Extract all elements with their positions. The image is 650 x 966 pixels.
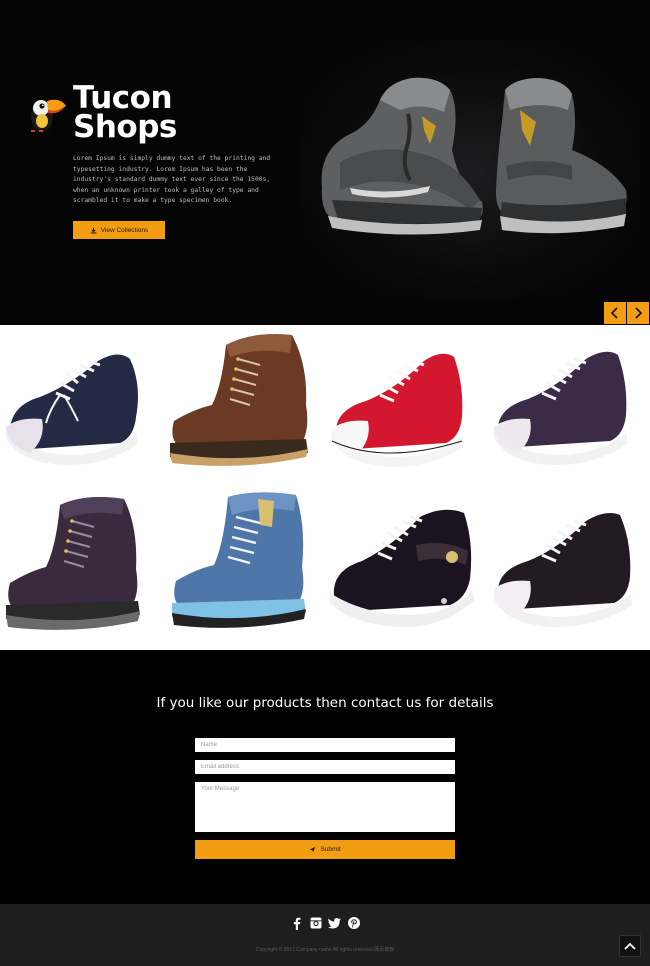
product-image-navy-sneaker[interactable] <box>0 325 162 487</box>
view-collections-button[interactable]: View Collections <box>73 221 165 239</box>
chevron-up-icon <box>624 942 636 950</box>
email-field[interactable] <box>195 760 455 774</box>
facebook-icon[interactable] <box>290 916 303 930</box>
product-image-red-sneaker[interactable] <box>324 325 486 487</box>
download-icon <box>90 227 97 233</box>
pinterest-icon[interactable] <box>347 916 360 930</box>
back-to-top-button[interactable] <box>619 935 641 957</box>
product-image-purple-sneaker[interactable] <box>486 325 648 487</box>
hero-description: Lorem Ipsum is simply dummy text of the … <box>73 155 271 205</box>
brand-title: Tucon Shops <box>73 83 177 145</box>
hero-left-shoe <box>321 77 483 235</box>
paper-plane-icon <box>310 846 316 853</box>
product-image-purple-boot[interactable] <box>0 487 162 649</box>
product-image-brown-boot[interactable] <box>162 325 324 487</box>
brand-line-2: Shops <box>73 109 177 145</box>
hero-shoes-image <box>321 77 627 235</box>
instagram-icon[interactable] <box>309 916 322 930</box>
twitter-icon[interactable] <box>328 916 341 930</box>
hero-banner: Tucon Shops Lorem Ipsum is simply dummy … <box>0 0 650 325</box>
social-links <box>0 916 650 930</box>
view-collections-label: View Collections <box>100 226 149 234</box>
footer: Copyright © 2017 Company name All rights… <box>0 904 650 966</box>
hero-right-shoe <box>495 78 627 234</box>
contact-section: If you like our products then contact us… <box>0 650 650 904</box>
message-field[interactable] <box>195 782 455 832</box>
product-image-blue-boot[interactable] <box>162 487 324 649</box>
copyright-text: Copyright © 2017 Company name All rights… <box>255 947 395 953</box>
product-image-black-sneaker[interactable] <box>324 487 486 649</box>
chevron-left-icon <box>610 307 618 319</box>
toucan-logo-icon <box>31 99 66 132</box>
submit-label: Submit <box>320 846 341 853</box>
slider-next-button[interactable] <box>627 302 649 324</box>
product-image-black-lowtop[interactable] <box>486 487 648 649</box>
product-gallery <box>0 325 650 650</box>
submit-button[interactable]: Submit <box>195 840 455 859</box>
slider-prev-button[interactable] <box>604 302 626 324</box>
name-field[interactable] <box>195 738 455 752</box>
chevron-right-icon <box>635 307 643 319</box>
contact-title: If you like our products then contact us… <box>156 695 494 711</box>
